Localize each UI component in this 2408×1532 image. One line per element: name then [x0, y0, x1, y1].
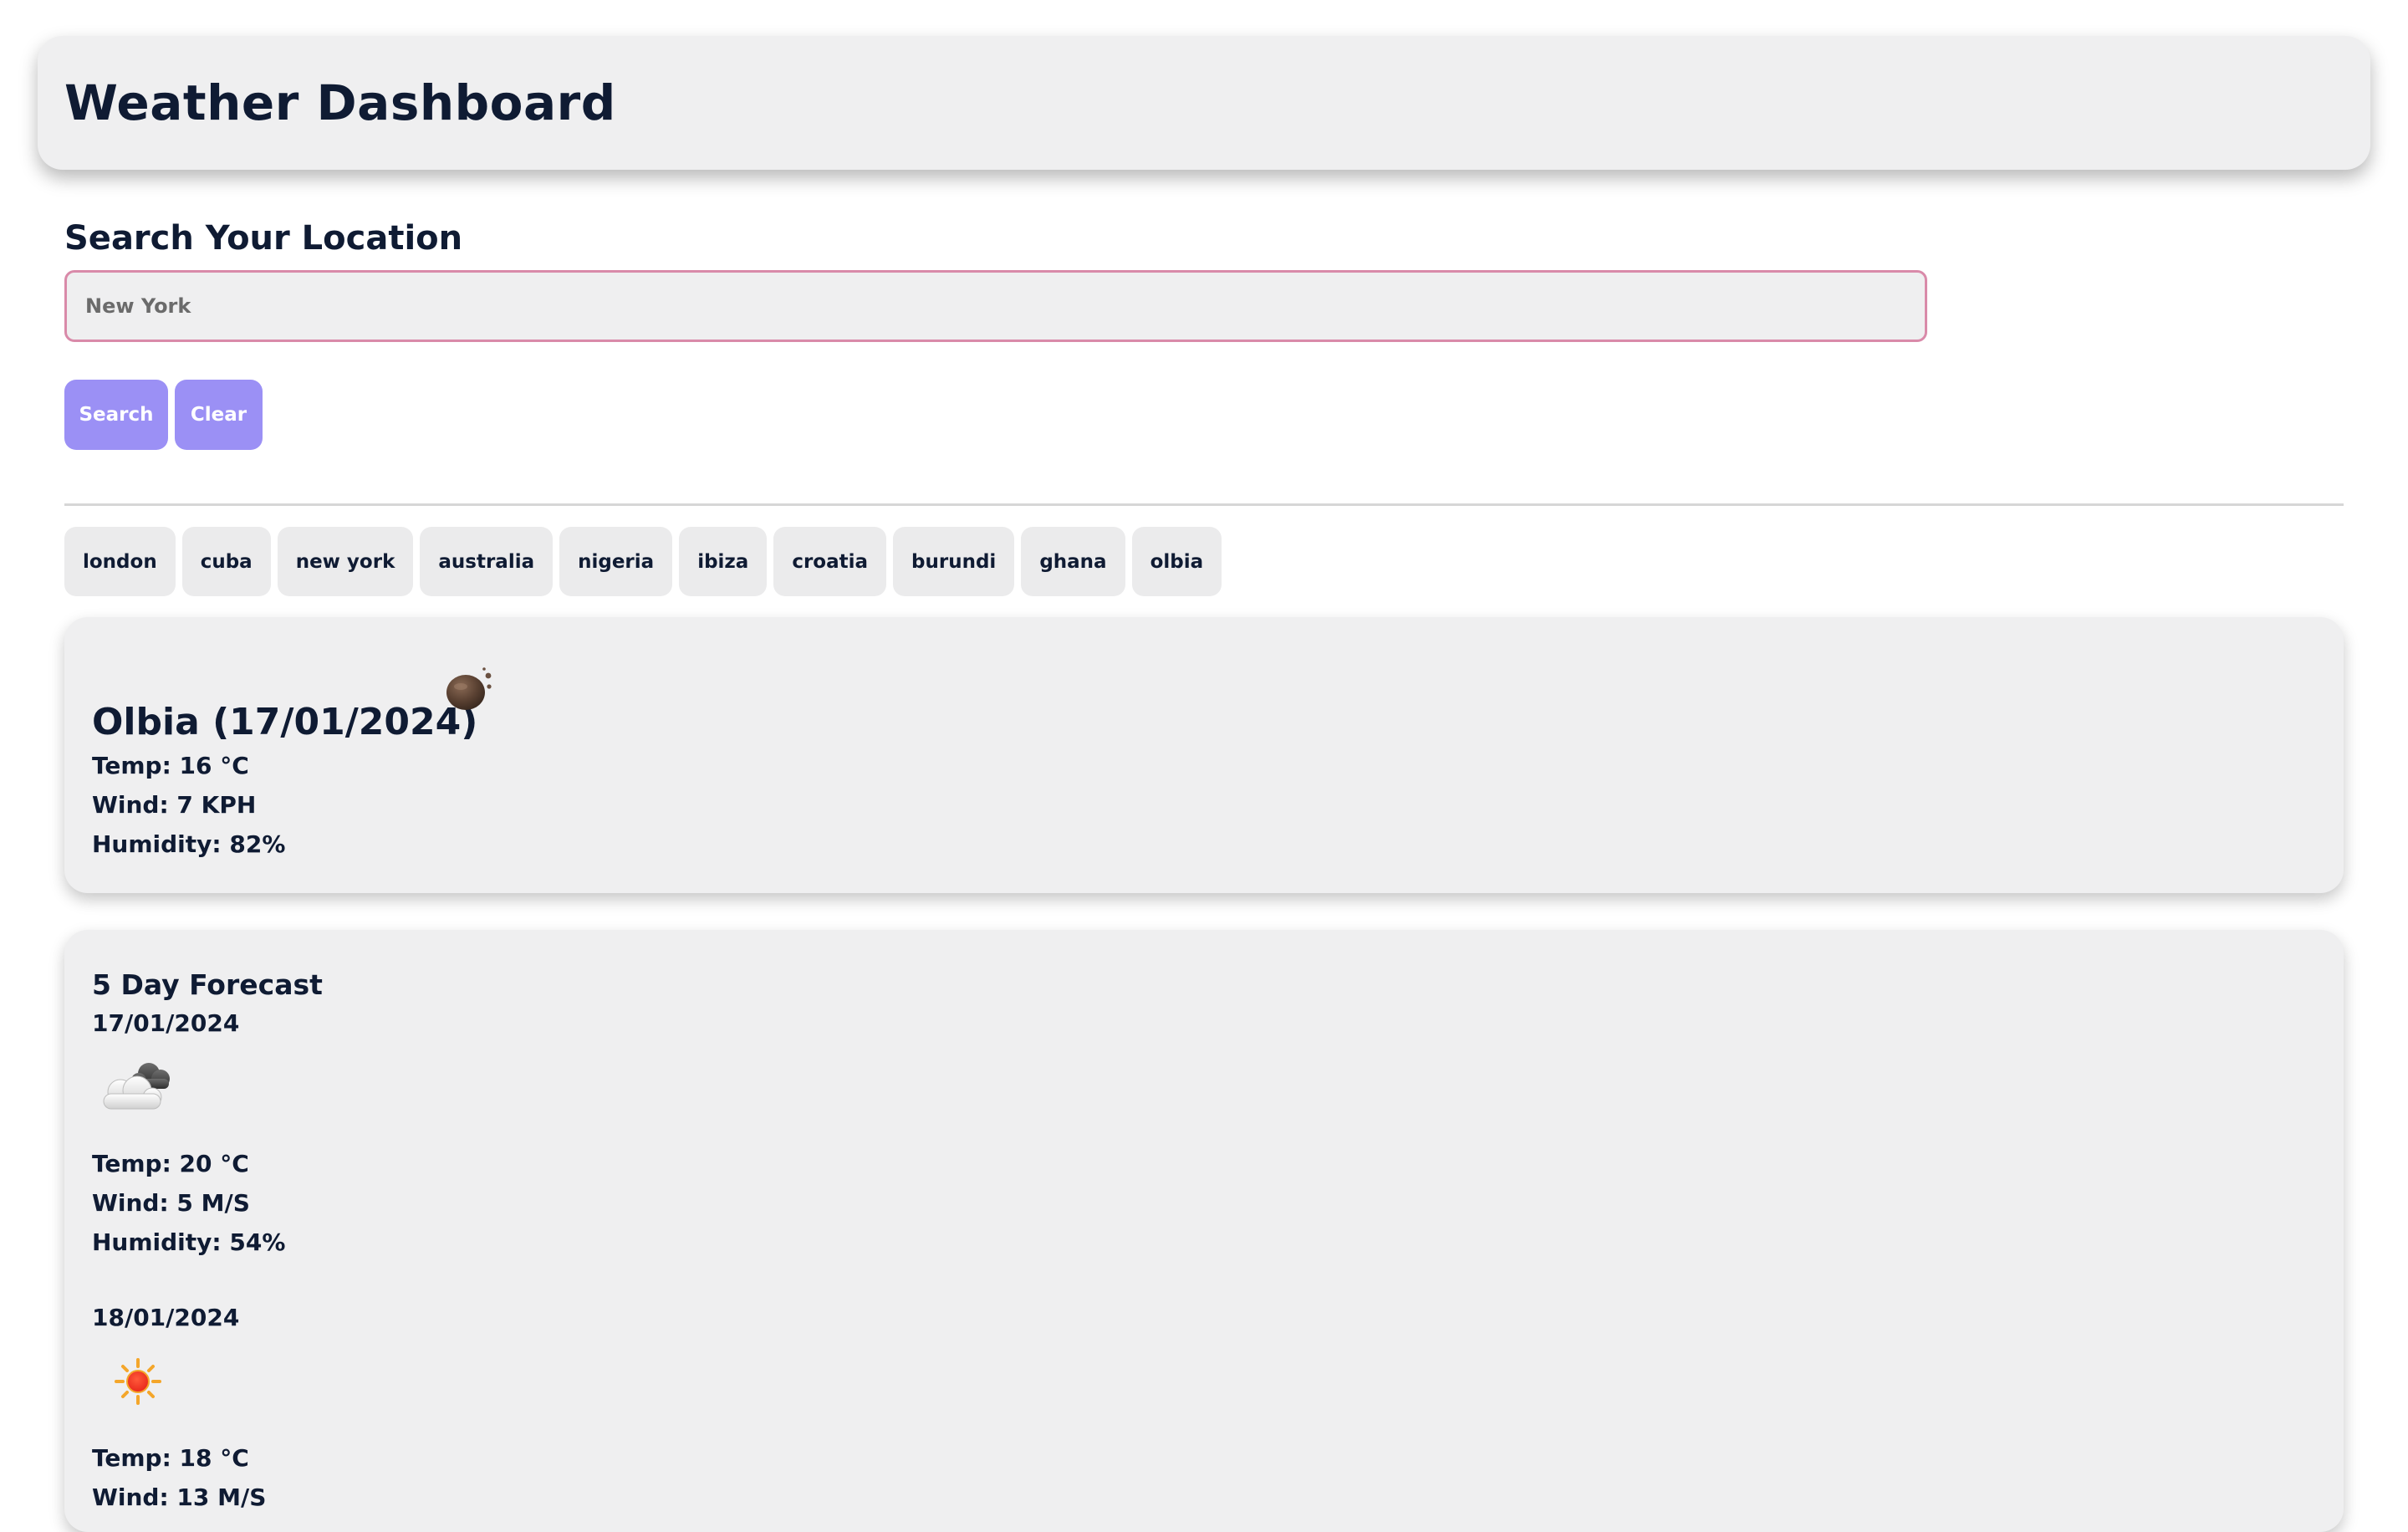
forecast-day-humidity: Humidity: 54%: [92, 1228, 286, 1256]
history-item-cuba[interactable]: cuba: [181, 527, 271, 596]
search-input[interactable]: [64, 270, 1927, 342]
history-item-ghana[interactable]: ghana: [1021, 527, 1125, 596]
history-item-burundi[interactable]: burundi: [893, 527, 1015, 596]
sun-icon: [92, 1348, 184, 1415]
forecast-day-temp: Temp: 18 °C: [92, 1444, 249, 1472]
forecast-card: 5 Day Forecast 17/01/2024 Temp: 20 °C Wi…: [64, 930, 2344, 1532]
history-item-new-york[interactable]: new york: [277, 527, 414, 596]
history-item-australia[interactable]: australia: [420, 527, 554, 596]
history-item-ibiza[interactable]: ibiza: [679, 527, 768, 596]
forecast-title: 5 Day Forecast: [92, 968, 323, 1001]
clear-button[interactable]: Clear: [175, 380, 263, 450]
forecast-day-temp: Temp: 20 °C: [92, 1150, 249, 1177]
history-item-london[interactable]: london: [64, 527, 176, 596]
moon-icon: [441, 659, 508, 717]
page-title: Weather Dashboard: [64, 74, 616, 131]
cloud-icon: [92, 1055, 184, 1122]
divider: [64, 503, 2344, 506]
current-weather-title: Olbia (17/01/2024): [92, 701, 478, 743]
current-temp: Temp: 16 °C: [92, 752, 249, 779]
search-label: Search Your Location: [64, 219, 463, 258]
current-wind: Wind: 7 KPH: [92, 791, 257, 819]
forecast-day-wind: Wind: 13 M/S: [92, 1483, 267, 1511]
current-humidity: Humidity: 82%: [92, 830, 286, 858]
history-item-croatia[interactable]: croatia: [773, 527, 887, 596]
forecast-day-date: 18/01/2024: [92, 1304, 240, 1331]
forecast-day-wind: Wind: 5 M/S: [92, 1189, 250, 1217]
search-button[interactable]: Search: [64, 380, 168, 450]
page-header: Weather Dashboard: [38, 36, 2370, 170]
current-weather-card: Olbia (17/01/2024) Temp: 16 °C Wind: 7 K…: [64, 617, 2344, 893]
history-item-nigeria[interactable]: nigeria: [559, 527, 673, 596]
search-history: london cuba new york australia nigeria i…: [64, 527, 1222, 596]
forecast-day-date: 17/01/2024: [92, 1009, 240, 1037]
history-item-olbia[interactable]: olbia: [1131, 527, 1222, 596]
